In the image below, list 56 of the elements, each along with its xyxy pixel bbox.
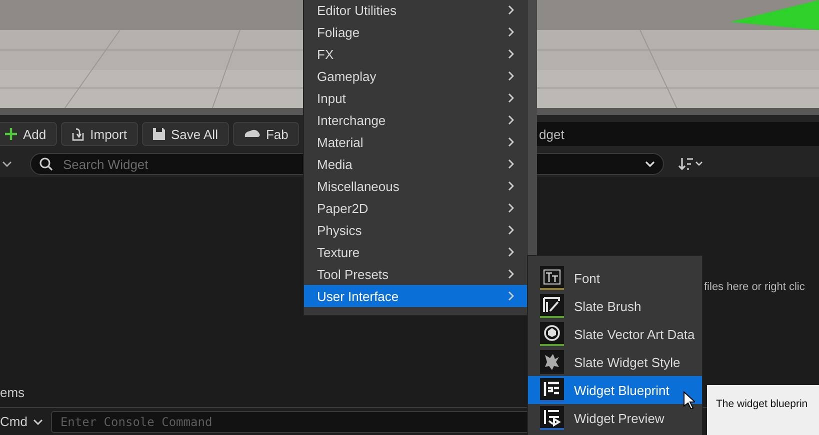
- import-icon: [71, 127, 86, 141]
- chevron-right-icon: [508, 93, 514, 103]
- menu-item[interactable]: Slate Brush: [528, 292, 702, 320]
- toolbar-button[interactable]: Save All: [142, 122, 229, 146]
- font-icon: [540, 266, 564, 290]
- chevron-right-icon: [508, 27, 514, 37]
- chevron-right-icon: [508, 269, 514, 279]
- chevron-right-icon: [508, 49, 514, 59]
- save-icon: [152, 127, 166, 141]
- chevron-right-icon: [508, 247, 514, 257]
- chevron-right-icon: [508, 115, 514, 125]
- menu-item[interactable]: Miscellaneous: [304, 175, 528, 197]
- layout-icon: [540, 378, 564, 402]
- chevron-down-icon[interactable]: [2, 161, 12, 167]
- layout-icon: [540, 406, 564, 430]
- menu-item[interactable]: Physics: [304, 219, 528, 241]
- menu-item[interactable]: Tool Presets: [304, 263, 528, 285]
- menu-item[interactable]: Paper2D: [304, 197, 528, 219]
- chevron-right-icon: [508, 71, 514, 81]
- plus-icon: [4, 127, 18, 141]
- chevron-right-icon: [508, 291, 514, 301]
- chevron-right-icon: [508, 137, 514, 147]
- menu-item[interactable]: Input: [304, 87, 528, 109]
- path-bar[interactable]: dget: [537, 122, 819, 146]
- tooltip: The widget blueprin: [707, 385, 819, 435]
- toolbar-button[interactable]: Fab: [232, 122, 300, 146]
- menu-item[interactable]: Gameplay: [304, 65, 528, 87]
- chevron-right-icon: [508, 159, 514, 169]
- menu-item[interactable]: Slate Vector Art Data: [528, 320, 702, 348]
- chevron-down-icon: [33, 418, 44, 424]
- chevron-right-icon: [508, 5, 514, 15]
- menu-item[interactable]: Font: [528, 264, 702, 292]
- item-count: ems: [0, 385, 25, 400]
- menu-item[interactable]: Media: [304, 153, 528, 175]
- toolbar-button[interactable]: Add: [0, 122, 58, 146]
- command-dropdown[interactable]: Cmd: [0, 414, 44, 429]
- menu-item[interactable]: Widget Blueprint: [528, 376, 702, 404]
- sort-icon[interactable]: [678, 157, 704, 171]
- toolbar-button[interactable]: Import: [61, 122, 138, 146]
- splat-icon: [540, 350, 564, 374]
- empty-hint: files here or right clic: [704, 281, 805, 293]
- cube-icon: [540, 322, 564, 346]
- menu-item[interactable]: Texture: [304, 241, 528, 263]
- chevron-right-icon: [508, 225, 514, 235]
- menu-item[interactable]: Interchange: [304, 109, 528, 131]
- menu-item[interactable]: User Interface: [304, 285, 528, 307]
- chevron-right-icon: [508, 181, 514, 191]
- cursor-icon: [683, 391, 695, 409]
- menu-item[interactable]: Slate Widget Style: [528, 348, 702, 376]
- chevron-right-icon: [508, 203, 514, 213]
- menu-item[interactable]: Foliage: [304, 21, 528, 43]
- menu-item[interactable]: Material: [304, 131, 528, 153]
- menu-item[interactable]: FX: [304, 43, 528, 65]
- brush-icon: [540, 294, 564, 318]
- menu-item[interactable]: Editor Utilities: [304, 0, 528, 21]
- search-icon: [39, 157, 53, 171]
